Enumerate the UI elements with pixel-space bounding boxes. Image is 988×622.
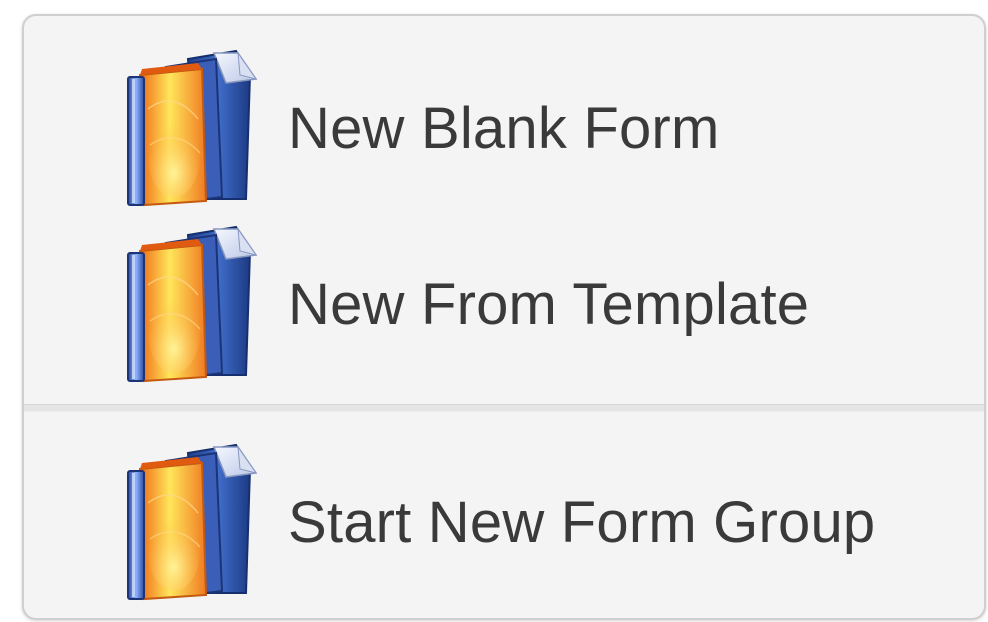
form-binder-icon <box>118 49 268 207</box>
menu-item-new-blank-form[interactable]: New Blank Form <box>24 40 984 216</box>
menu-item-start-new-form-group[interactable]: Start New Form Group <box>24 434 984 610</box>
form-binder-icon <box>118 225 268 383</box>
menu-item-label: New Blank Form <box>288 95 720 161</box>
menu-group-form-group: Start New Form Group <box>24 412 984 618</box>
menu-group-new: New Blank Form New From Template <box>24 16 984 404</box>
context-menu: New Blank Form New From Template Start N… <box>22 14 986 620</box>
menu-separator <box>24 404 984 412</box>
form-binder-icon <box>118 443 268 601</box>
menu-item-new-from-template[interactable]: New From Template <box>24 216 984 392</box>
menu-item-label: Start New Form Group <box>288 489 876 555</box>
menu-item-label: New From Template <box>288 271 810 337</box>
